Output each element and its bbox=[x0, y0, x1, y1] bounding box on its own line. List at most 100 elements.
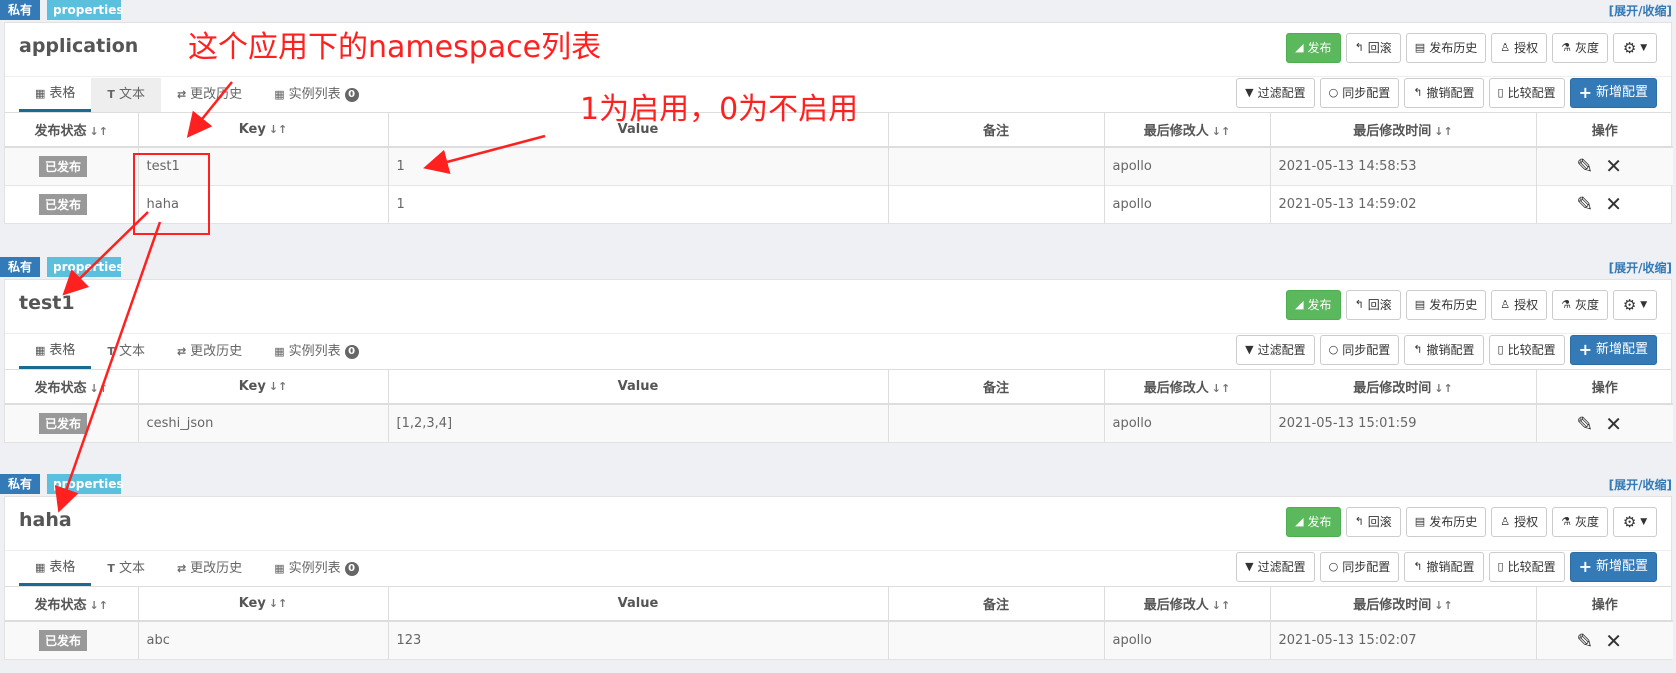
tab-instance-list[interactable]: ▦ 实例列表 0 bbox=[258, 335, 374, 369]
edit-icon[interactable]: ✎ bbox=[1577, 154, 1594, 178]
gray-release-button[interactable]: ⚗ 灰度 bbox=[1552, 33, 1608, 63]
filter-config-button[interactable]: ▼ 过滤配置 bbox=[1236, 78, 1315, 108]
config-toolbar: ▼ 过滤配置 ○ 同步配置 ↰ 撤销配置 ▯ 比较配置 + 新增配置 bbox=[1236, 78, 1657, 108]
tab-label: 表格 bbox=[49, 342, 76, 358]
sort-icon[interactable]: ↓↑ bbox=[90, 599, 108, 612]
tab-text[interactable]: T 文本 bbox=[91, 552, 161, 586]
col-modifier[interactable]: 最后修改人 ↓↑ bbox=[1104, 587, 1271, 622]
tab-label: 实例列表 bbox=[288, 87, 341, 102]
publish-button[interactable]: ◢ 发布 bbox=[1286, 290, 1341, 320]
col-modified-time[interactable]: 最后修改时间 ↓↑ bbox=[1270, 370, 1537, 405]
compare-config-button[interactable]: ▯ 比较配置 bbox=[1488, 552, 1565, 582]
rollback-button[interactable]: ↰ 回滚 bbox=[1345, 33, 1401, 63]
publish-button[interactable]: ◢ 发布 bbox=[1286, 507, 1341, 537]
column-label: 最后修改人 bbox=[1143, 381, 1209, 396]
column-label: 发布状态 bbox=[34, 381, 87, 396]
sort-icon[interactable]: ↓↑ bbox=[1212, 599, 1230, 612]
col-modified-time[interactable]: 最后修改时间 ↓↑ bbox=[1270, 113, 1537, 148]
sort-icon[interactable]: ↓↑ bbox=[269, 597, 287, 610]
sort-icon[interactable]: ↓↑ bbox=[269, 123, 287, 136]
tab-table[interactable]: ▦ 表格 bbox=[19, 552, 92, 586]
sort-icon[interactable]: ↓↑ bbox=[1212, 382, 1230, 395]
expand-collapse-link[interactable]: [展开/收缩] bbox=[1609, 476, 1672, 493]
tab-table[interactable]: ▦ 表格 bbox=[19, 78, 92, 112]
expand-collapse-link[interactable]: [展开/收缩] bbox=[1609, 259, 1672, 276]
sort-icon[interactable]: ↓↑ bbox=[1434, 599, 1452, 612]
tab-change-history[interactable]: ⇄ 更改历史 bbox=[161, 335, 258, 369]
edit-icon[interactable]: ✎ bbox=[1577, 629, 1594, 653]
add-config-button[interactable]: + 新增配置 bbox=[1569, 335, 1657, 365]
col-modifier[interactable]: 最后修改人 ↓↑ bbox=[1104, 370, 1271, 405]
col-modified-time[interactable]: 最后修改时间 ↓↑ bbox=[1270, 587, 1537, 622]
settings-dropdown-button[interactable]: ⚙ ▼ bbox=[1613, 290, 1657, 320]
sync-config-button[interactable]: ○ 同步配置 bbox=[1319, 335, 1400, 365]
instance-list-icon: ▦ bbox=[274, 562, 285, 575]
revoke-config-button[interactable]: ↰ 撤销配置 bbox=[1404, 78, 1484, 108]
delete-icon[interactable]: ✕ bbox=[1605, 412, 1622, 436]
col-publish-status[interactable]: 发布状态 ↓↑ bbox=[5, 113, 139, 148]
col-key[interactable]: Key ↓↑ bbox=[138, 587, 389, 622]
filter-config-button[interactable]: ▼ 过滤配置 bbox=[1236, 552, 1315, 582]
authorize-button[interactable]: ♙ 授权 bbox=[1491, 290, 1548, 320]
add-config-button[interactable]: + 新增配置 bbox=[1569, 552, 1657, 582]
rollback-button[interactable]: ↰ 回滚 bbox=[1345, 290, 1401, 320]
published-badge: 已发布 bbox=[39, 155, 88, 177]
button-label: 灰度 bbox=[1574, 41, 1599, 55]
tab-instance-list[interactable]: ▦ 实例列表 0 bbox=[258, 78, 374, 112]
publish-history-button[interactable]: ▤ 发布历史 bbox=[1405, 290, 1487, 320]
edit-icon[interactable]: ✎ bbox=[1577, 412, 1594, 436]
edit-icon[interactable]: ✎ bbox=[1577, 192, 1594, 216]
compare-config-button[interactable]: ▯ 比较配置 bbox=[1488, 335, 1565, 365]
col-modifier[interactable]: 最后修改人 ↓↑ bbox=[1104, 113, 1271, 148]
text-icon: T bbox=[107, 562, 115, 575]
tab-table[interactable]: ▦ 表格 bbox=[19, 335, 92, 369]
private-badge: 私有 bbox=[0, 0, 40, 20]
rollback-button[interactable]: ↰ 回滚 bbox=[1345, 507, 1401, 537]
instance-count-badge: 0 bbox=[344, 88, 359, 102]
delete-icon[interactable]: ✕ bbox=[1605, 192, 1622, 216]
sort-icon[interactable]: ↓↑ bbox=[1434, 382, 1452, 395]
publish-history-button[interactable]: ▤ 发布历史 bbox=[1405, 33, 1487, 63]
gray-release-button[interactable]: ⚗ 灰度 bbox=[1552, 507, 1608, 537]
expand-collapse-link[interactable]: [展开/收缩] bbox=[1609, 2, 1672, 19]
tab-label: 表格 bbox=[49, 85, 76, 101]
tab-text[interactable]: T 文本 bbox=[91, 78, 161, 112]
gray-release-button[interactable]: ⚗ 灰度 bbox=[1552, 290, 1608, 320]
settings-dropdown-button[interactable]: ⚙ ▼ bbox=[1613, 507, 1657, 537]
authorize-button[interactable]: ♙ 授权 bbox=[1491, 33, 1548, 63]
tab-instance-list[interactable]: ▦ 实例列表 0 bbox=[258, 552, 374, 586]
tab-change-history[interactable]: ⇄ 更改历史 bbox=[161, 552, 258, 586]
delete-icon[interactable]: ✕ bbox=[1605, 154, 1622, 178]
caret-down-icon: ▼ bbox=[1640, 43, 1648, 53]
instance-list-icon: ▦ bbox=[274, 345, 285, 358]
delete-icon[interactable]: ✕ bbox=[1605, 629, 1622, 653]
col-publish-status[interactable]: 发布状态 ↓↑ bbox=[5, 370, 139, 405]
sort-icon[interactable]: ↓↑ bbox=[90, 382, 108, 395]
cell-modified-time: 2021-05-13 14:58:53 bbox=[1270, 146, 1537, 185]
sort-icon[interactable]: ↓↑ bbox=[90, 125, 108, 138]
cell-status: 已发布 bbox=[5, 184, 139, 223]
col-publish-status[interactable]: 发布状态 ↓↑ bbox=[5, 587, 139, 622]
publish-button[interactable]: ◢ 发布 bbox=[1286, 33, 1341, 63]
authorize-button[interactable]: ♙ 授权 bbox=[1491, 507, 1548, 537]
col-key[interactable]: Key ↓↑ bbox=[138, 113, 389, 148]
cell-value: [1,2,3,4] bbox=[388, 403, 889, 442]
compare-config-button[interactable]: ▯ 比较配置 bbox=[1488, 78, 1565, 108]
publish-history-button[interactable]: ▤ 发布历史 bbox=[1405, 507, 1487, 537]
send-icon: ◢ bbox=[1295, 41, 1304, 54]
button-label: 过滤配置 bbox=[1257, 343, 1306, 357]
sort-icon[interactable]: ↓↑ bbox=[269, 380, 287, 393]
filter-config-button[interactable]: ▼ 过滤配置 bbox=[1236, 335, 1315, 365]
button-label: 比较配置 bbox=[1507, 343, 1556, 357]
tab-change-history[interactable]: ⇄ 更改历史 bbox=[161, 78, 258, 112]
add-config-button[interactable]: + 新增配置 bbox=[1569, 78, 1657, 108]
sync-config-button[interactable]: ○ 同步配置 bbox=[1319, 552, 1400, 582]
col-key[interactable]: Key ↓↑ bbox=[138, 370, 389, 405]
sort-icon[interactable]: ↓↑ bbox=[1212, 125, 1230, 138]
tab-text[interactable]: T 文本 bbox=[91, 335, 161, 369]
settings-dropdown-button[interactable]: ⚙ ▼ bbox=[1613, 33, 1657, 63]
revoke-config-button[interactable]: ↰ 撤销配置 bbox=[1404, 335, 1484, 365]
sync-config-button[interactable]: ○ 同步配置 bbox=[1319, 78, 1400, 108]
revoke-config-button[interactable]: ↰ 撤销配置 bbox=[1404, 552, 1484, 582]
sort-icon[interactable]: ↓↑ bbox=[1434, 125, 1452, 138]
